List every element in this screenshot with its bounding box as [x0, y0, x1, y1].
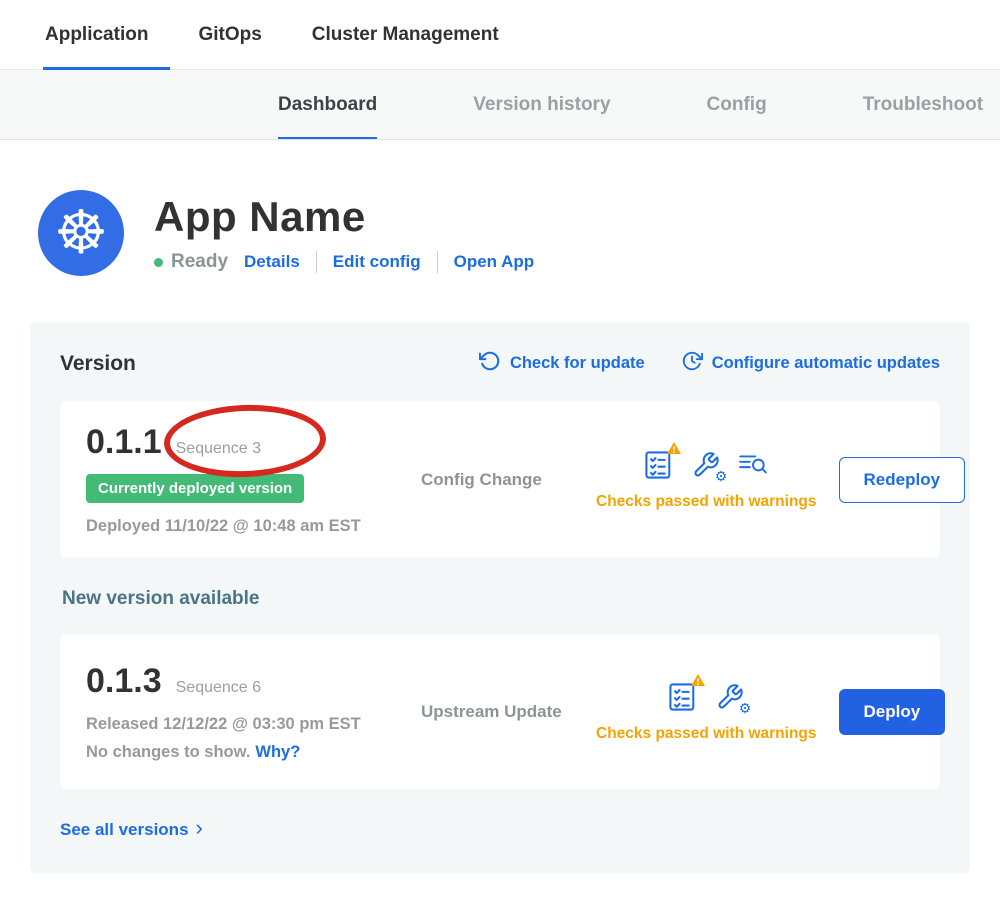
- redeploy-button[interactable]: Redeploy: [839, 457, 966, 503]
- tab-cluster-management[interactable]: Cluster Management: [312, 0, 499, 69]
- refresh-icon: [479, 350, 501, 377]
- new-checks-block: ⚙ Checks passed with warnings: [596, 681, 839, 743]
- version-panel-actions: Check for update Configure automatic upd…: [479, 350, 940, 377]
- warning-triangle-icon: [666, 441, 682, 460]
- sub-nav: Dashboard Version history Config Trouble…: [0, 70, 1000, 140]
- check-for-update-link[interactable]: Check for update: [479, 350, 645, 377]
- deployed-timestamp: Deployed 11/10/22 @ 10:48 am EST: [86, 517, 361, 536]
- current-version-number: 0.1.1: [86, 423, 162, 462]
- status-label: Ready: [171, 251, 228, 273]
- see-all-versions-label: See all versions: [60, 820, 189, 840]
- check-for-update-label: Check for update: [510, 354, 645, 373]
- see-all-versions-link[interactable]: See all versions ›: [60, 817, 203, 843]
- kubernetes-wheel-glyph: ☸: [54, 203, 108, 263]
- new-version-row: 0.1.3 Sequence 6: [86, 662, 261, 701]
- new-version-card: 0.1.3 Sequence 6 Released 12/12/22 @ 03:…: [60, 634, 940, 789]
- kubernetes-logo-icon: ☸: [38, 190, 124, 276]
- deploy-button[interactable]: Deploy: [839, 689, 946, 735]
- configure-automatic-updates-label: Configure automatic updates: [712, 354, 940, 373]
- app-header-text: App Name Ready Details Edit config Open …: [154, 193, 534, 273]
- current-checks-status: Checks passed with warnings: [596, 493, 817, 511]
- new-action: Deploy: [839, 689, 946, 735]
- tab-gitops-label: GitOps: [198, 24, 261, 46]
- preflight-checklist-icon[interactable]: [644, 449, 674, 481]
- view-files-search-icon[interactable]: [738, 451, 768, 479]
- tab-application-label: Application: [45, 24, 148, 46]
- divider: [437, 251, 438, 273]
- open-app-link[interactable]: Open App: [454, 252, 535, 272]
- page-title: App Name: [154, 193, 534, 241]
- current-checks-block: ⚙ Checks passed with warnings: [596, 449, 839, 511]
- warning-triangle-icon: [690, 673, 706, 692]
- subtab-troubleshoot-label: Troubleshoot: [863, 94, 983, 116]
- gear-icon: ⚙: [715, 469, 728, 483]
- tab-application[interactable]: Application: [45, 0, 148, 69]
- divider: [316, 251, 317, 273]
- new-version-number: 0.1.3: [86, 662, 162, 701]
- version-heading: Version: [60, 352, 136, 376]
- no-changes-label: No changes to show.: [86, 743, 250, 761]
- new-version-sequence: Sequence 6: [176, 679, 261, 697]
- new-change-type: Upstream Update: [421, 702, 596, 722]
- current-version-info: 0.1.1 Sequence 3 Currently deployed vers…: [86, 423, 421, 536]
- subtab-version-history-label: Version history: [473, 94, 610, 116]
- tab-gitops[interactable]: GitOps: [198, 0, 261, 69]
- version-panel-header: Version Check for update: [60, 350, 940, 377]
- subtab-dashboard[interactable]: Dashboard: [278, 70, 377, 139]
- new-version-heading: New version available: [62, 588, 940, 610]
- tab-cluster-management-label: Cluster Management: [312, 24, 499, 46]
- subtab-config[interactable]: Config: [707, 70, 767, 139]
- configure-automatic-updates-link[interactable]: Configure automatic updates: [681, 350, 940, 377]
- subtab-version-history[interactable]: Version history: [473, 70, 610, 139]
- subtab-troubleshoot[interactable]: Troubleshoot: [863, 70, 983, 139]
- status-dot-icon: [154, 258, 163, 267]
- clock-refresh-icon: [681, 350, 703, 377]
- config-wrench-icon[interactable]: ⚙: [692, 451, 720, 479]
- chevron-right-icon: ›: [196, 815, 203, 841]
- config-wrench-icon[interactable]: ⚙: [716, 683, 744, 711]
- current-checks-icons: ⚙: [644, 449, 768, 481]
- current-action: Redeploy: [839, 457, 966, 503]
- current-version-sequence: Sequence 3: [176, 440, 261, 458]
- released-timestamp: Released 12/12/22 @ 03:30 pm EST: [86, 715, 361, 734]
- status-indicator: Ready: [154, 251, 228, 273]
- current-version-row: 0.1.1 Sequence 3: [86, 423, 261, 462]
- subtab-dashboard-label: Dashboard: [278, 94, 377, 116]
- new-checks-status: Checks passed with warnings: [596, 725, 817, 743]
- new-version-info: 0.1.3 Sequence 6 Released 12/12/22 @ 03:…: [86, 662, 421, 762]
- new-checks-icons: ⚙: [668, 681, 744, 713]
- current-change-type: Config Change: [421, 470, 596, 490]
- gear-icon: ⚙: [739, 701, 752, 715]
- why-link[interactable]: Why?: [255, 743, 300, 761]
- details-link[interactable]: Details: [244, 252, 300, 272]
- subtab-config-label: Config: [707, 94, 767, 116]
- current-version-card: 0.1.1 Sequence 3 Currently deployed vers…: [60, 401, 940, 558]
- version-panel: Version Check for update: [30, 322, 970, 873]
- top-nav: Application GitOps Cluster Management: [0, 0, 1000, 70]
- preflight-checklist-icon[interactable]: [668, 681, 698, 713]
- app-header: ☸ App Name Ready Details Edit config Ope…: [0, 140, 1000, 290]
- edit-config-link[interactable]: Edit config: [333, 252, 421, 272]
- no-changes-text: No changes to show. Why?: [86, 743, 300, 762]
- app-meta-row: Ready Details Edit config Open App: [154, 251, 534, 273]
- currently-deployed-badge: Currently deployed version: [86, 474, 304, 503]
